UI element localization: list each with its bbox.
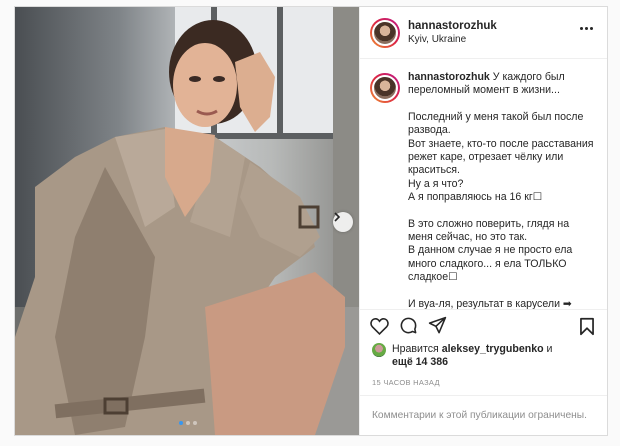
bookmark-icon[interactable] — [579, 317, 595, 341]
caption: hannastorozhuk У каждого был переломный … — [408, 71, 594, 309]
caption-area: hannastorozhuk У каждого был переломный … — [360, 59, 607, 309]
action-bar — [360, 309, 607, 341]
liker-username[interactable]: aleksey_trygubenko — [442, 343, 544, 355]
caption-line: А я поправляюсь на 16 кг☐ — [408, 191, 543, 204]
carousel-dot — [193, 421, 197, 425]
caption-line: И вуа-ля, результат в карусели ➡ — [408, 297, 572, 309]
caption-line: Ну а я что? — [408, 177, 464, 190]
caption-avatar[interactable] — [370, 73, 400, 103]
caption-username[interactable]: hannastorozhuk — [408, 71, 490, 83]
instagram-post: hannastorozhuk Kyiv, Ukraine hannastoroz… — [14, 6, 608, 436]
comments-disabled-notice: Комментарии к этой публикации ограничены… — [360, 395, 607, 435]
carousel-dot — [179, 421, 183, 425]
liker-avatar[interactable] — [372, 343, 386, 357]
post-photo[interactable] — [15, 7, 359, 435]
more-icon[interactable] — [580, 27, 593, 30]
header-location[interactable]: Kyiv, Ukraine — [408, 34, 497, 45]
likes-conjunction: и — [543, 343, 553, 355]
chevron-right-icon — [334, 212, 341, 222]
caption-line: В это сложно поверить, глядя на меня сей… — [408, 217, 570, 244]
caption-line: В данном случае я не просто ела много сл… — [408, 244, 573, 284]
avatar[interactable] — [370, 17, 400, 48]
post-header: hannastorozhuk Kyiv, Ukraine — [360, 7, 607, 59]
photo-illustration — [15, 7, 359, 435]
likes-prefix: Нравится — [392, 343, 442, 355]
heart-icon[interactable] — [370, 317, 389, 335]
header-username[interactable]: hannastorozhuk — [408, 20, 497, 32]
comment-icon[interactable] — [399, 316, 418, 335]
next-slide-button[interactable] — [333, 212, 353, 232]
caption-line: Последний у меня такой был после развода… — [408, 110, 584, 137]
share-icon[interactable] — [428, 316, 447, 335]
likes-summary: Нравится aleksey_trygubenko и ещё 14 386 — [360, 341, 607, 375]
caption-line: Вот знаете, кто-то после расставания реж… — [408, 137, 594, 177]
carousel-dot — [186, 421, 190, 425]
likes-count[interactable]: ещё 14 386 — [392, 356, 448, 368]
carousel-indicator — [179, 421, 197, 425]
post-side-panel: hannastorozhuk Kyiv, Ukraine hannastoroz… — [359, 7, 607, 435]
post-timestamp[interactable]: 15 ЧАСОВ НАЗАД — [360, 375, 607, 395]
